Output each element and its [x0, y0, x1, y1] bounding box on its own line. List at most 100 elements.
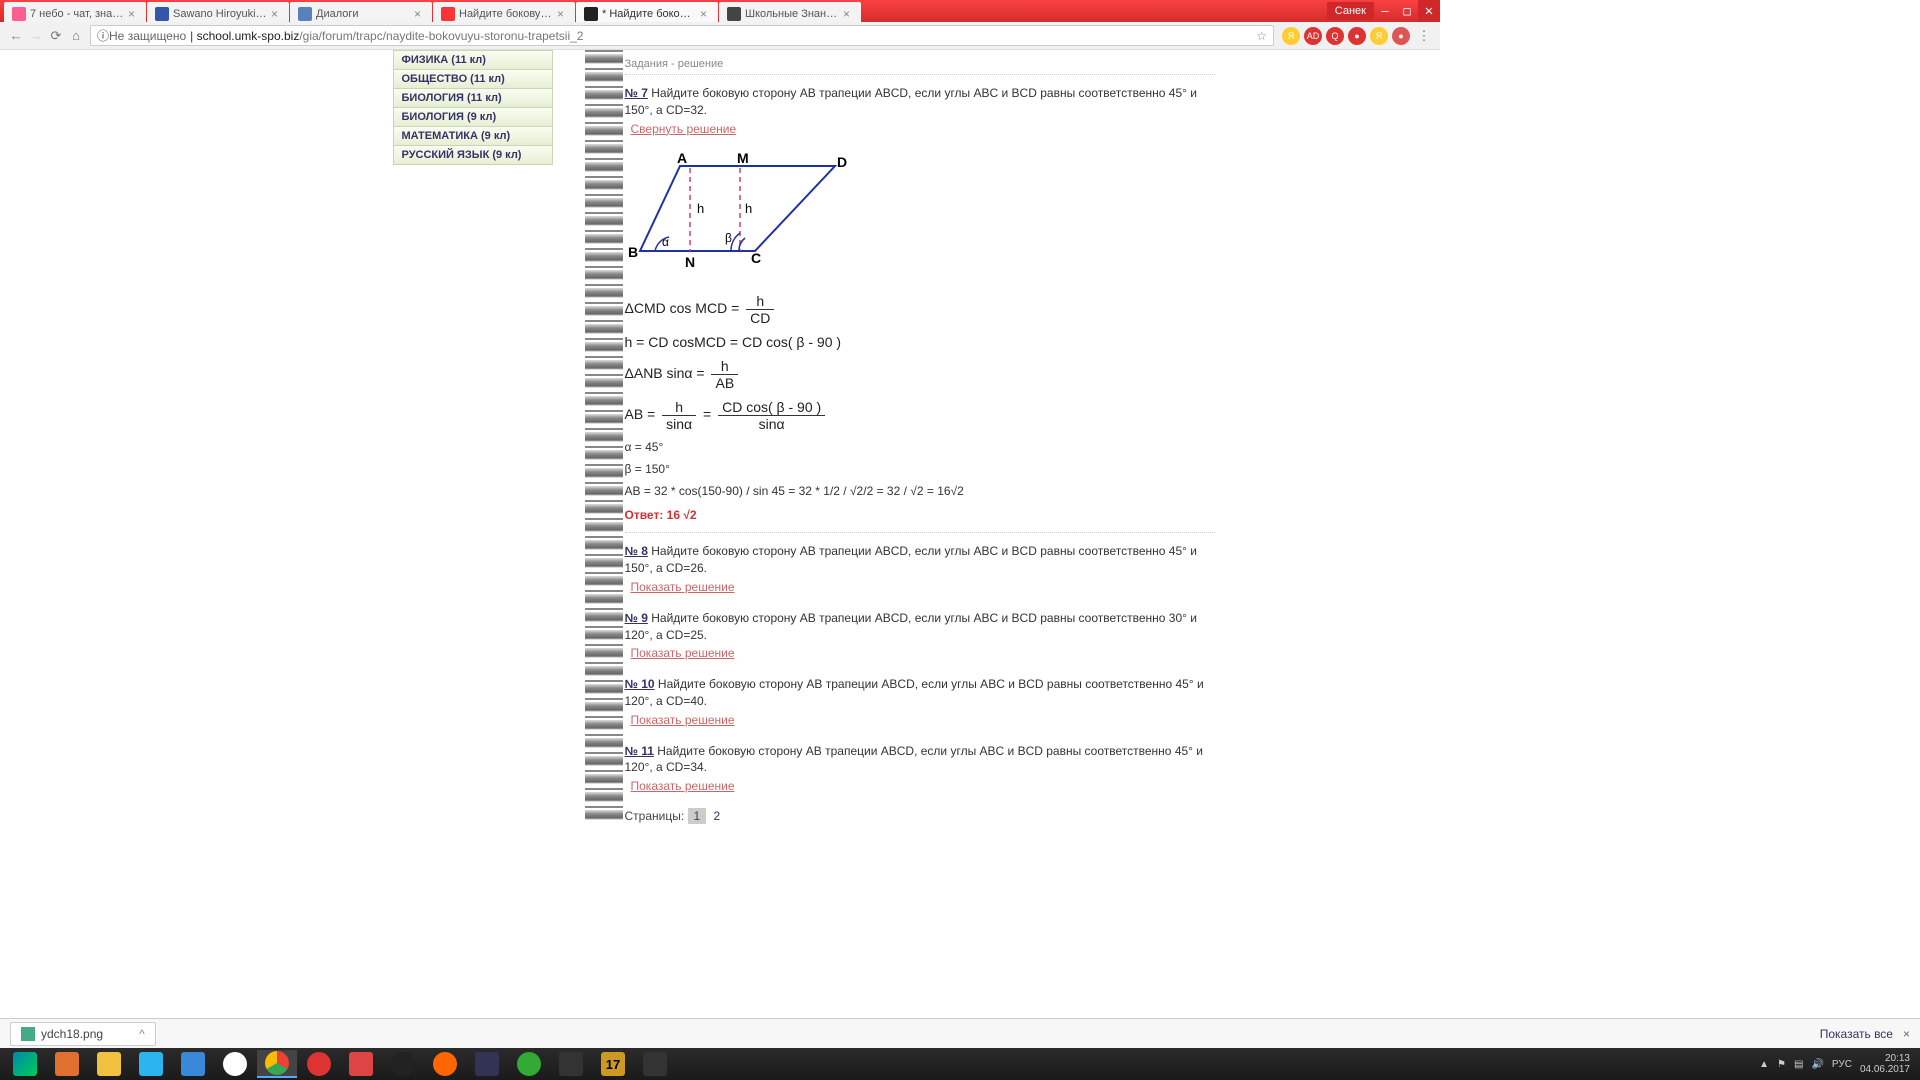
url-input[interactable]: ⓘ Не защищено | school.umk-spo.biz /gia/… — [90, 25, 1274, 46]
sidebar-item[interactable]: БИОЛОГИЯ (9 кл) — [394, 108, 552, 127]
show-all-link[interactable]: Показать все — [1820, 1027, 1893, 1041]
task-9: № 9 Найдите боковую сторону AB трапеции … — [625, 610, 1215, 662]
ext-icon[interactable]: Я — [1282, 27, 1300, 45]
sidebar-item[interactable]: ОБЩЕСТВО (11 кл) — [394, 70, 552, 89]
tab-4[interactable]: * Найдите боковую сто× — [576, 2, 718, 22]
pagination: Страницы: 1 2 — [625, 809, 1215, 823]
sidebar-item[interactable]: ФИЗИКА (11 кл) — [394, 51, 552, 70]
close-window-button[interactable]: ✕ — [1418, 0, 1440, 22]
close-icon[interactable]: × — [414, 7, 424, 21]
address-bar: ← → ⟳ ⌂ ⓘ Не защищено | school.umk-spo.b… — [0, 22, 1440, 50]
task-number[interactable]: № 9 — [625, 611, 648, 625]
trapezoid-diagram: A M D B N C h h α β — [625, 151, 855, 281]
taskbar-app[interactable] — [509, 1050, 549, 1078]
taskbar-app[interactable] — [89, 1050, 129, 1078]
ext-icon[interactable]: AD — [1304, 27, 1322, 45]
task-7: № 7 Найдите боковую сторону AB трапеции … — [625, 85, 1215, 137]
taskbar-app[interactable] — [299, 1050, 339, 1078]
task-number[interactable]: № 10 — [625, 677, 655, 691]
taskbar-app[interactable] — [635, 1050, 675, 1078]
taskbar-app[interactable] — [215, 1050, 255, 1078]
tab-0[interactable]: 7 небо - чат, знакомств× — [4, 2, 146, 22]
task-number[interactable]: № 11 — [625, 744, 654, 758]
clock[interactable]: 20:13 04.06.2017 — [1860, 1053, 1910, 1075]
formula: ΔCMD cos MCD = hCD — [625, 293, 1215, 326]
svg-text:M: M — [737, 151, 749, 166]
calc-line: AB = 32 * cos(150-90) / sin 45 = 32 * 1/… — [625, 484, 1215, 498]
taskbar-app[interactable] — [467, 1050, 507, 1078]
close-icon[interactable]: × — [700, 7, 710, 21]
task-text: Найдите боковую сторону AB трапеции ABCD… — [625, 86, 1197, 117]
maximize-button[interactable]: □ — [1396, 0, 1418, 22]
task-number[interactable]: № 7 — [625, 86, 648, 100]
ext-icon[interactable]: ● — [1348, 27, 1366, 45]
downloads-bar: ydch18.png ^ Показать все × — [0, 1018, 1920, 1048]
task-number[interactable]: № 8 — [625, 544, 648, 558]
sidebar-item[interactable]: РУССКИЙ ЯЗЫК (9 кл) — [394, 146, 552, 164]
ext-icon[interactable]: Я — [1370, 27, 1388, 45]
back-icon[interactable]: ← — [6, 28, 26, 43]
ext-icon[interactable]: Q — [1326, 27, 1344, 45]
show-solution-link[interactable]: Показать решение — [631, 712, 735, 729]
sidebar-item[interactable]: МАТЕМАТИКА (9 кл) — [394, 127, 552, 146]
tab-5[interactable]: Школьные Знания.com× — [719, 2, 861, 22]
svg-text:h: h — [745, 201, 752, 216]
tab-3[interactable]: Найдите боковую стор× — [433, 2, 575, 22]
taskbar-app[interactable] — [383, 1050, 423, 1078]
menu-icon[interactable]: ⋮ — [1414, 28, 1434, 44]
taskbar-app[interactable]: 17 — [593, 1050, 633, 1078]
taskbar-app[interactable] — [47, 1050, 87, 1078]
ext-icon[interactable]: ● — [1392, 27, 1410, 45]
svg-text:N: N — [685, 254, 695, 270]
formula: AB = hsinα = CD cos( β - 90 )sinα — [625, 399, 1215, 432]
user-badge[interactable]: Санек — [1327, 2, 1374, 20]
task-8: № 8 Найдите боковую сторону AB трапеции … — [625, 532, 1215, 595]
download-filename: ydch18.png — [41, 1027, 103, 1041]
taskbar-app[interactable] — [131, 1050, 171, 1078]
tabs-bar: 7 небо - чат, знакомств× Sawano Hiroyuki… — [0, 0, 1440, 22]
section-title: Задания - решение — [625, 54, 1215, 75]
chevron-up-icon[interactable]: ^ — [139, 1027, 145, 1041]
task-10: № 10 Найдите боковую сторону AB трапеции… — [625, 676, 1215, 728]
forward-icon[interactable]: → — [26, 28, 46, 43]
info-icon: ⓘ — [97, 27, 109, 44]
show-solution-link[interactable]: Показать решение — [631, 778, 735, 795]
page-link[interactable]: 2 — [714, 809, 721, 823]
show-solution-link[interactable]: Показать решение — [631, 645, 735, 662]
close-icon[interactable]: × — [271, 7, 281, 21]
close-icon[interactable]: × — [557, 7, 567, 21]
tab-2[interactable]: Диалоги× — [290, 2, 432, 22]
tab-1[interactable]: Sawano Hiroyuki & В× — [147, 2, 289, 22]
taskbar-app[interactable] — [341, 1050, 381, 1078]
collapse-link[interactable]: Свернуть решение — [631, 121, 737, 138]
calc-line: α = 45° — [625, 440, 1215, 454]
minimize-button[interactable]: — — [1374, 0, 1396, 22]
tray-arrow-icon[interactable]: ▲ — [1759, 1059, 1769, 1070]
security-label: Не защищено — [109, 29, 186, 43]
svg-text:A: A — [677, 151, 687, 166]
svg-text:α: α — [662, 235, 669, 249]
close-icon[interactable]: × — [843, 7, 853, 21]
tray-network-icon[interactable]: ▤ — [1794, 1059, 1803, 1070]
show-solution-link[interactable]: Показать решение — [631, 579, 735, 596]
reload-icon[interactable]: ⟳ — [46, 28, 66, 44]
task-11: № 11 Найдите боковую сторону AB трапеции… — [625, 743, 1215, 795]
calc-line: β = 150° — [625, 462, 1215, 476]
tray-flag-icon[interactable]: ⚑ — [1777, 1059, 1786, 1070]
answer: Ответ: 16 √2 — [625, 508, 1215, 522]
home-icon[interactable]: ⌂ — [66, 28, 86, 43]
bookmark-icon[interactable]: ☆ — [1256, 29, 1267, 43]
taskbar-app[interactable] — [425, 1050, 465, 1078]
taskbar-chrome[interactable] — [257, 1050, 297, 1078]
formula: ΔANB sinα = hAB — [625, 358, 1215, 391]
taskbar-app[interactable] — [551, 1050, 591, 1078]
close-icon[interactable]: × — [128, 7, 138, 21]
close-icon[interactable]: × — [1903, 1027, 1910, 1041]
taskbar-app[interactable] — [173, 1050, 213, 1078]
sidebar-item[interactable]: БИОЛОГИЯ (11 кл) — [394, 89, 552, 108]
url-path: /gia/forum/trapc/naydite-bokovuyu-storon… — [299, 29, 583, 43]
lang-indicator[interactable]: РУС — [1832, 1059, 1852, 1070]
tray-volume-icon[interactable]: 🔊 — [1811, 1059, 1823, 1070]
download-item[interactable]: ydch18.png ^ — [10, 1022, 156, 1046]
start-button[interactable] — [5, 1050, 45, 1078]
